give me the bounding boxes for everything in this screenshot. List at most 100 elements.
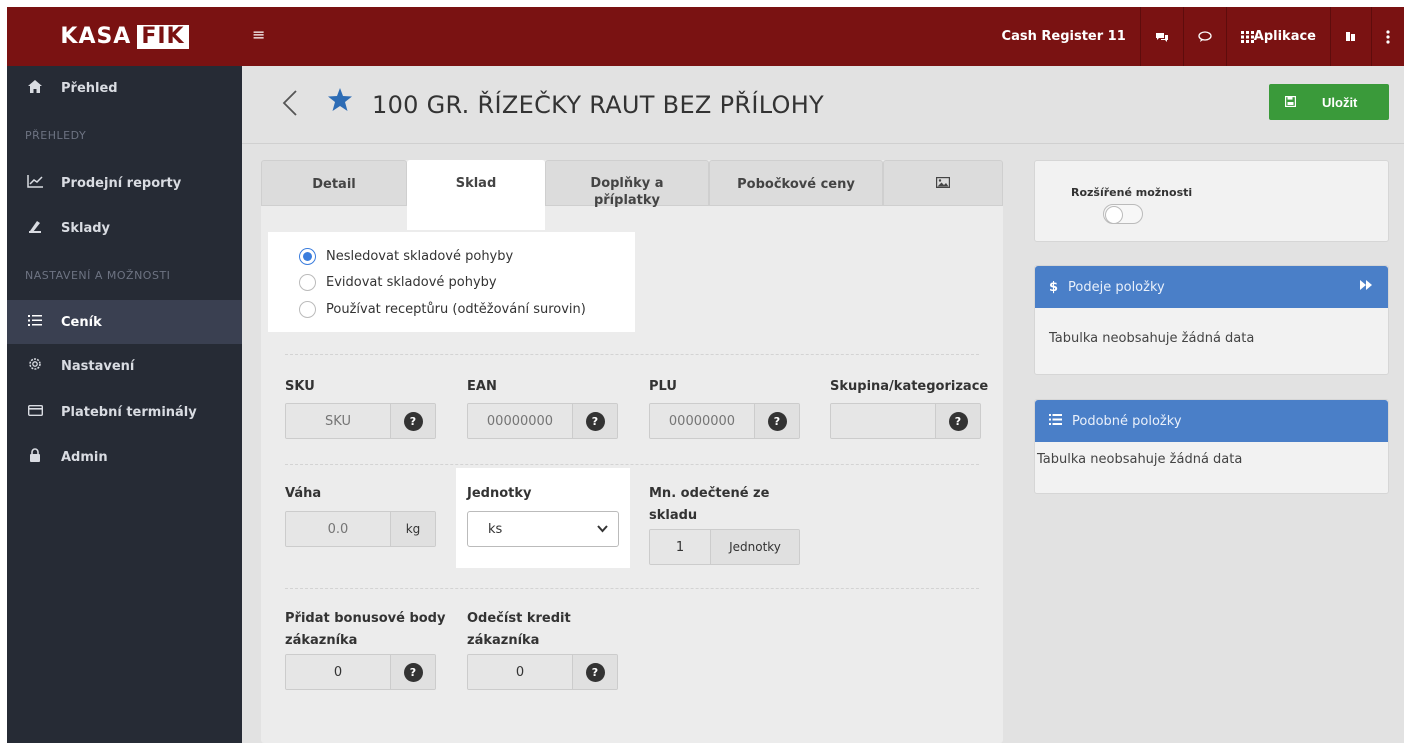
page-header: 100 GR. ŘÍZEČKY RAUT BEZ PŘÍLOHY Uložit: [242, 66, 1404, 144]
sidebar-item-platebni-terminaly[interactable]: Platební terminály: [7, 390, 242, 434]
back-icon[interactable]: [282, 89, 298, 122]
help-icon: ?: [585, 411, 605, 431]
chat-button[interactable]: [1139, 7, 1183, 66]
more-options-button[interactable]: [1371, 7, 1404, 66]
apps-grid-icon: [1240, 30, 1254, 43]
plu-input[interactable]: [650, 404, 754, 438]
menu-toggle-icon[interactable]: ≡: [252, 25, 265, 44]
save-label: Uložit: [1322, 94, 1358, 110]
message-button[interactable]: [1182, 7, 1226, 66]
ean-input-group: ?: [467, 403, 618, 439]
sidebar-item-label: Ceník: [61, 314, 102, 330]
radio-label: Evidovat skladové pohyby: [326, 275, 497, 290]
message-icon: [1198, 30, 1212, 42]
sidebar-item-cenik[interactable]: Ceník: [7, 300, 242, 344]
app-window: KASA FIK ≡ Cash Register 11 Aplikace Pře…: [7, 7, 1404, 743]
plu-label: PLU: [649, 379, 677, 394]
extended-options-toggle[interactable]: [1103, 204, 1143, 224]
sidebar-item-nastaveni[interactable]: Nastavení: [7, 344, 242, 388]
radio-button[interactable]: [299, 301, 316, 318]
language-button[interactable]: [1330, 7, 1371, 66]
tab-label: Pobočkové ceny: [737, 177, 855, 192]
credit-label-line1: Odečíst kredit: [467, 611, 571, 626]
tab-content-sklad: Nesledovat skladové pohyby Evidovat skla…: [261, 206, 1003, 743]
cash-register-label: Cash Register 11: [1001, 29, 1126, 44]
sku-input-group: ?: [285, 403, 436, 439]
help-icon: ?: [403, 411, 423, 431]
units-select[interactable]: ks: [467, 511, 619, 547]
extended-options-label: Rozšířené možnosti: [1071, 186, 1193, 199]
logo-text: KASA: [60, 24, 132, 49]
help-icon: ?: [948, 411, 968, 431]
bonus-input-group: ?: [285, 654, 436, 690]
apps-label: Aplikace: [1253, 29, 1316, 44]
separator: [285, 588, 979, 589]
save-button[interactable]: Uložit: [1269, 84, 1389, 120]
units-label: Jednotky: [467, 486, 532, 501]
sidebar-item-sklady[interactable]: Sklady: [7, 206, 242, 250]
tab-image[interactable]: [883, 160, 1003, 206]
sales-card: $ Podeje položky Tabulka neobsahuje žádn…: [1034, 265, 1389, 375]
bonus-help-button[interactable]: ?: [390, 655, 435, 689]
credit-label-line2: zákazníka: [467, 633, 540, 648]
sidebar-item-prehled[interactable]: Přehled: [7, 66, 242, 110]
tab-sklad[interactable]: Sklad: [407, 160, 545, 230]
radio-receptura[interactable]: Používat receptůru (odtěžování surovin): [299, 301, 586, 318]
home-icon: [25, 79, 45, 97]
tab-bar: Detail Sklad Doplňky a příplatky Pobočko…: [261, 160, 1003, 230]
sku-help-button[interactable]: ?: [390, 404, 435, 438]
similar-card-title: Podobné položky: [1072, 413, 1182, 429]
tab-label: Detail: [312, 177, 356, 192]
sku-input[interactable]: [286, 404, 390, 438]
tab-doplnky[interactable]: Doplňky a příplatky: [545, 160, 709, 208]
sidebar-item-label: Přehled: [61, 80, 118, 96]
fast-forward-icon[interactable]: [1360, 279, 1372, 293]
help-icon: ?: [585, 662, 605, 682]
sidebar-item-label: Sklady: [61, 220, 111, 236]
deduct-input-group: Jednotky: [649, 529, 800, 565]
tab-detail[interactable]: Detail: [261, 160, 407, 206]
plu-help-button[interactable]: ?: [754, 404, 799, 438]
page-title: 100 GR. ŘÍZEČKY RAUT BEZ PŘÍLOHY: [372, 91, 825, 119]
help-icon: ?: [767, 411, 787, 431]
plu-input-group: ?: [649, 403, 800, 439]
card-icon: [25, 404, 45, 420]
sidebar-item-admin[interactable]: Admin: [7, 435, 242, 479]
similar-card-header[interactable]: Podobné položky: [1035, 400, 1388, 442]
radio-label: Používat receptůru (odtěžování surovin): [326, 302, 586, 317]
flag-icon: [1346, 31, 1355, 41]
radio-evidovat[interactable]: Evidovat skladové pohyby: [299, 274, 497, 291]
group-input-group: ?: [830, 403, 981, 439]
sales-card-header[interactable]: $ Podeje položky: [1035, 266, 1388, 308]
star-icon[interactable]: [328, 88, 352, 116]
tab-label-line1: Doplňky a: [590, 176, 664, 191]
sidebar-item-prodejni-reporty[interactable]: Prodejní reporty: [7, 161, 242, 205]
group-input[interactable]: [831, 404, 935, 438]
ean-help-button[interactable]: ?: [572, 404, 617, 438]
cash-register-button[interactable]: Cash Register 11: [988, 7, 1140, 66]
apps-button[interactable]: Aplikace: [1225, 7, 1330, 66]
sidebar-section-prehledy: PŘEHLEDY: [25, 129, 87, 142]
tab-pobockove-ceny[interactable]: Pobočkové ceny: [709, 160, 883, 206]
logo[interactable]: KASA FIK: [7, 7, 242, 66]
radio-button-checked[interactable]: [299, 248, 316, 265]
ean-input[interactable]: [468, 404, 572, 438]
bonus-input[interactable]: [286, 655, 390, 689]
list-icon: [1049, 413, 1062, 429]
sidebar-item-label: Prodejní reporty: [61, 175, 182, 191]
radio-label: Nesledovat skladové pohyby: [326, 249, 514, 264]
credit-input-group: ?: [467, 654, 618, 690]
deduct-input[interactable]: [650, 530, 710, 564]
list-icon: [25, 314, 45, 330]
credit-help-button[interactable]: ?: [572, 655, 617, 689]
item-detail-panel: Detail Sklad Doplňky a příplatky Pobočko…: [261, 160, 1003, 743]
image-icon: [936, 177, 951, 189]
logo-box: FIK: [137, 24, 189, 49]
gear-icon: [25, 357, 45, 375]
radio-button[interactable]: [299, 274, 316, 291]
credit-input[interactable]: [468, 655, 572, 689]
deduct-label-line1: Mn. odečtené ze: [649, 486, 770, 501]
group-help-button[interactable]: ?: [935, 404, 980, 438]
weight-input[interactable]: [286, 512, 390, 546]
radio-nesledovat[interactable]: Nesledovat skladové pohyby: [299, 248, 513, 265]
